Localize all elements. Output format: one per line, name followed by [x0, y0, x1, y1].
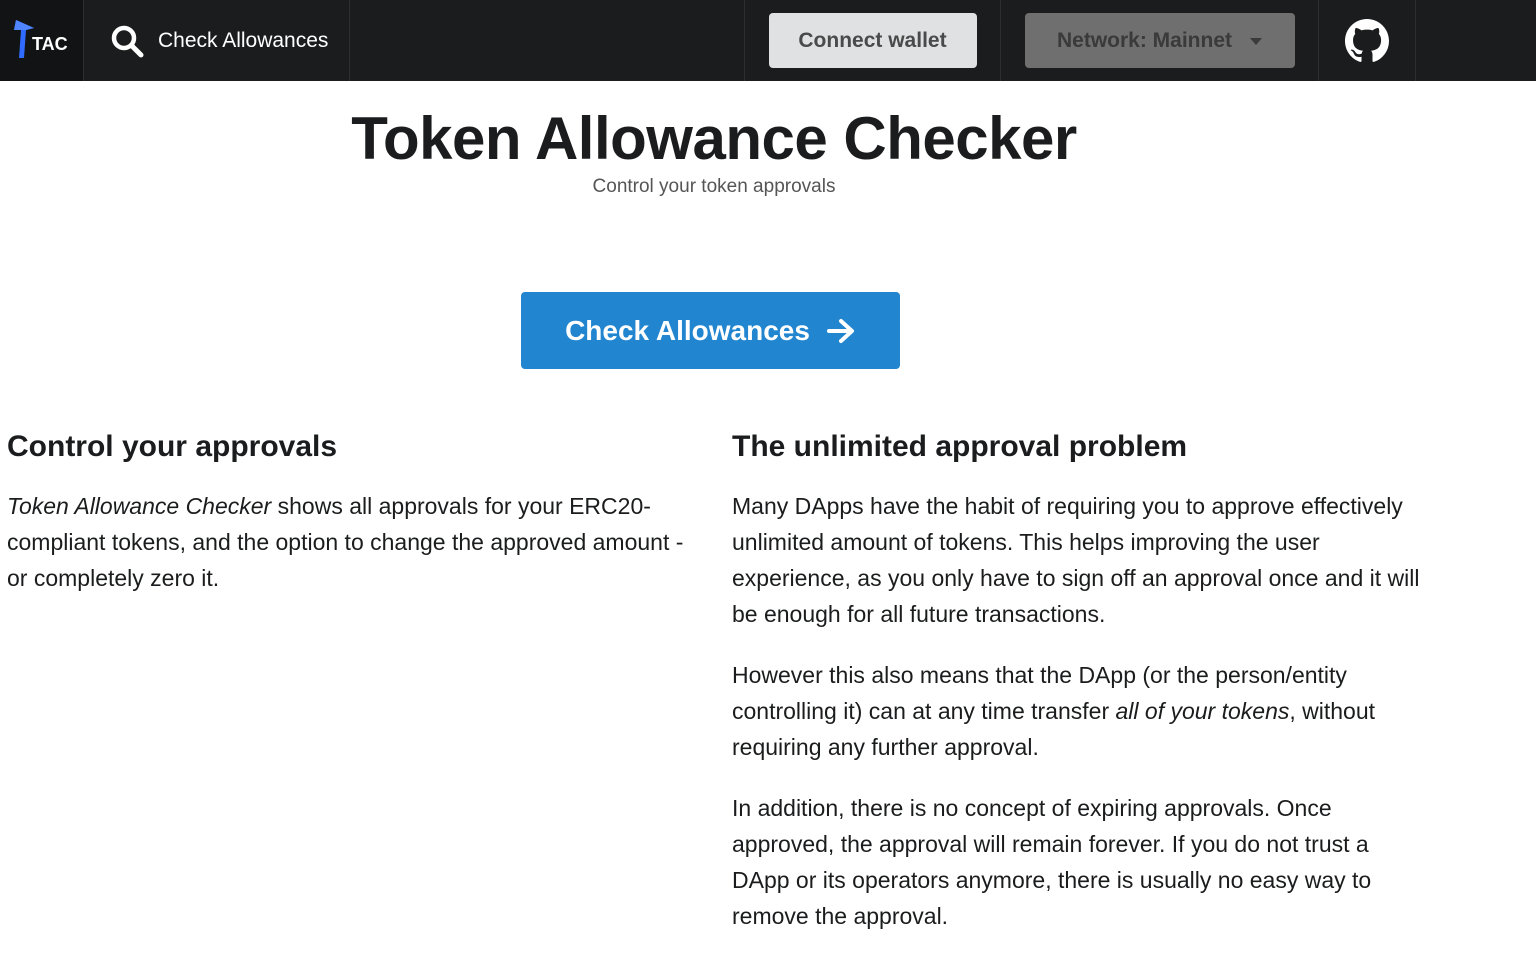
- caret-down-icon: [1250, 38, 1262, 45]
- unlimited-approval-heading: The unlimited approval problem: [732, 430, 1188, 463]
- control-approvals-section: Control your approvals Token Allowance C…: [7, 428, 697, 621]
- check-allowances-button[interactable]: Check Allowances: [521, 292, 900, 369]
- unlimited-approval-section: The unlimited approval problem Many DApp…: [732, 428, 1432, 959]
- product-name-emphasis: Token Allowance Checker: [7, 493, 272, 519]
- nav-network-cell: Network: Mainnet: [1000, 0, 1318, 81]
- control-approvals-text: Token Allowance Checker shows all approv…: [7, 488, 697, 596]
- page-subtitle: Control your token approvals: [592, 176, 836, 197]
- tac-logo: TAC: [13, 19, 68, 58]
- github-icon: [1345, 18, 1389, 62]
- top-navbar: TAC Check Allowances Connect wallet Netw…: [0, 0, 1536, 81]
- page-title: Token Allowance Checker: [351, 105, 1077, 172]
- nav-check-label: Check Allowances: [158, 28, 329, 52]
- network-label: Network: Mainnet: [1056, 28, 1232, 52]
- connect-wallet-button[interactable]: Connect wallet: [768, 13, 977, 68]
- control-approvals-heading: Control your approvals: [7, 430, 338, 463]
- arrow-right-icon: [826, 318, 854, 343]
- unlimited-approval-paragraph-1: Many DApps have the habit of requiring y…: [732, 493, 1420, 627]
- unlimited-approval-paragraph-2: However this also means that the DApp (o…: [732, 657, 1432, 765]
- logo-text: TAC: [32, 34, 68, 54]
- logo-link[interactable]: TAC: [0, 0, 84, 81]
- nav-check-allowances[interactable]: Check Allowances: [84, 0, 350, 81]
- check-allowances-label: Check Allowances: [565, 314, 810, 346]
- nav-end-spacer: [1416, 0, 1536, 81]
- github-link[interactable]: [1318, 0, 1416, 81]
- search-icon: [111, 25, 144, 57]
- network-dropdown[interactable]: Network: Mainnet: [1024, 13, 1295, 68]
- unlimited-approval-paragraph-3: In addition, there is no concept of expi…: [732, 795, 1372, 929]
- all-tokens-emphasis: all of your tokens: [1115, 698, 1290, 724]
- nav-wallet-cell: Connect wallet: [744, 0, 1000, 81]
